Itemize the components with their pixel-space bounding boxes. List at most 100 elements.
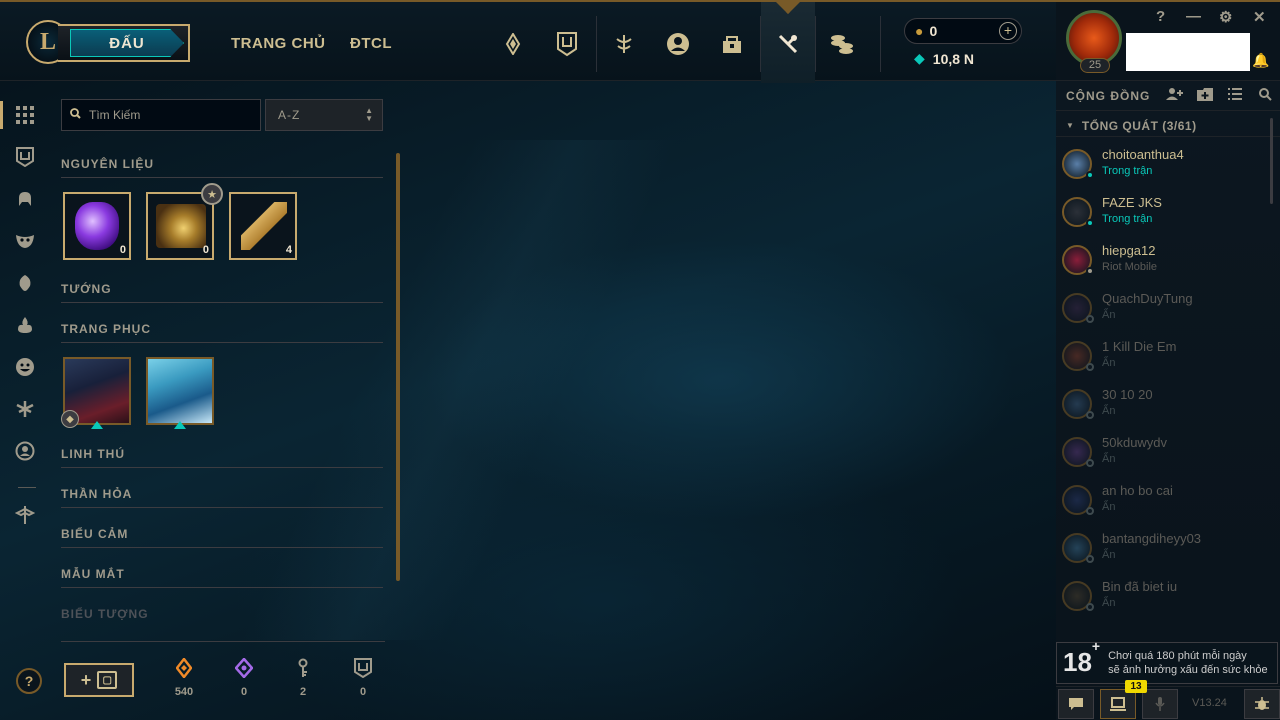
collection-rail [0,81,48,720]
emote-icon[interactable] [14,356,36,378]
collection-scrollbar[interactable] [396,153,400,581]
sort-dropdown[interactable]: A-Z ▲ ▼ [265,99,383,131]
friend-group-header[interactable]: ▼ TỔNG QUÁT (3/61) [1056,115,1280,137]
age-warning-notice: 18+ Chơi quá 180 phút mỗi ngày sẽ ảnh hưở… [1056,638,1278,684]
chest-icon [156,204,206,248]
friend-status: Ẩn [1102,453,1116,465]
material-key-tile[interactable]: 4 [229,192,297,260]
section-champions[interactable]: TƯỚNG [61,282,383,303]
help-icon[interactable]: ? [16,668,42,694]
skins-icon[interactable] [14,230,36,252]
friend-row[interactable]: QuachDuyTung Ẩn [1056,287,1280,335]
friend-row[interactable]: choitoanthua4 Trong trận [1056,143,1280,191]
mythic-essence-icon [224,657,264,682]
search-field[interactable] [89,108,249,122]
essence-icon [75,202,119,250]
section-wards[interactable]: THẦN HỎA [61,487,383,508]
loot-icon[interactable] [714,24,750,64]
ward-icon[interactable] [14,314,36,336]
friend-row[interactable]: FAZE JKS Trong trận [1056,191,1280,239]
tft-arena-icon[interactable] [14,504,36,526]
bug-report-button[interactable] [1244,689,1280,719]
play-button[interactable]: ĐẤU [58,24,190,62]
minimize-button[interactable]: — [1186,8,1201,25]
social-header: CỘNG ĐỒNG [1056,81,1280,111]
material-count: 0 [202,244,209,256]
bell-icon[interactable]: 🔔 [1252,52,1269,69]
status-dot [1086,555,1094,563]
list-icon[interactable] [1220,88,1250,103]
tft-companion-icon[interactable] [14,272,36,294]
social-title: CỘNG ĐỒNG [1066,88,1151,103]
nav-home[interactable]: TRANG CHỦ [231,35,326,52]
summoner-icon[interactable] [14,440,36,462]
crafting-icon[interactable] [770,24,806,64]
friend-row[interactable]: 1 Kill Die Em Ẩn [1056,335,1280,383]
friend-status: Trong trận [1102,165,1153,177]
voice-button[interactable] [1142,689,1178,719]
friend-row[interactable]: bantangdiheyy03 Ẩn [1056,527,1280,575]
blue-essence-icon: ◆ [914,50,925,66]
add-folder-icon[interactable] [1190,87,1220,104]
blue-essence-balance: ◆ 10,8 N [904,50,1022,67]
buy-rp-button[interactable]: + [999,22,1017,40]
age-warning-text: Chơi quá 180 phút mỗi ngày sẽ ảnh hưởng x… [1108,650,1268,676]
tft-icon[interactable] [495,24,531,64]
collection-icon[interactable] [549,24,585,64]
social-panel: CỘNG ĐỒNG ▼ TỔNG QUÁT (3/61) choitoanthu… [1056,81,1280,720]
store-icon[interactable] [824,24,860,64]
settings-button[interactable]: ⚙ [1219,8,1232,26]
section-icons[interactable]: BIỂU TƯỢNG [61,607,383,628]
friend-row[interactable]: an ho bo cai Ẩn [1056,479,1280,527]
friend-row[interactable]: hiepga12 Riot Mobile [1056,239,1280,287]
champions-icon[interactable] [14,188,36,210]
friend-status: Trong trận [1102,213,1153,225]
search-icon[interactable] [1250,87,1280,104]
close-button[interactable]: ✕ [1253,8,1266,26]
chest-icon: ▢ [97,671,118,689]
section-ward-skins[interactable]: MẪU MẮT [61,567,383,588]
missions-button[interactable] [1100,689,1136,719]
friend-status: Ẩn [1102,597,1116,609]
craft-key-button[interactable]: + ▢ [64,663,134,697]
eternals-icon[interactable] [14,398,36,420]
section-companions[interactable]: LINH THÚ [61,447,383,468]
section-skins[interactable]: TRANG PHỤC [61,322,383,343]
friend-name: bantangdiheyy03 [1102,531,1202,546]
friend-row[interactable]: 50kduwydv Ẩn [1056,431,1280,479]
friend-name: 30 10 20 [1102,387,1153,402]
friend-row[interactable]: 30 10 20 Ẩn [1056,383,1280,431]
currency-panel: ● 0 + ◆ 10,8 N [904,18,1022,67]
top-navigation: L ĐẤU TRANG CHỦ ĐTCL ● 0 + ◆ 10,8 N [0,0,1056,83]
rarity-icon [91,421,103,429]
nav-tft[interactable]: ĐTCL [350,35,392,52]
friend-status: Ẩn [1102,549,1116,561]
skin-tile[interactable] [146,357,214,425]
chevron-updown-icon: ▲ ▼ [365,106,374,123]
grid-icon[interactable] [14,104,36,126]
friend-name: 50kduwydv [1102,435,1168,450]
friend-row[interactable]: Bin đã biet iu Ẩn [1056,575,1280,623]
status-dot [1086,459,1094,467]
rarity-icon [174,421,186,429]
social-scrollbar[interactable] [1270,118,1273,204]
help-button[interactable]: ? [1156,8,1165,25]
friend-name: Bin đã biet iu [1102,579,1178,594]
section-emotes[interactable]: BIỂU CẢM [61,527,383,548]
friend-name: choitoanthua4 [1102,147,1184,162]
orange-essence-counter: 540 [164,656,204,698]
chat-button[interactable] [1058,689,1094,719]
key-fragment-counter: 2 [283,658,323,698]
add-friend-icon[interactable] [1160,87,1190,104]
clash-icon[interactable] [606,24,642,64]
rp-balance[interactable]: ● 0 + [904,18,1022,44]
friend-status: Ẩn [1102,405,1116,417]
search-input[interactable] [61,99,261,131]
status-dot [1086,267,1094,275]
friend-name: FAZE JKS [1102,195,1162,210]
section-materials[interactable]: NGUYÊN LIỆU [61,157,383,178]
profile-icon[interactable] [660,24,696,64]
collection-icon[interactable] [14,146,36,168]
material-essence-tile[interactable]: 0 [63,192,131,260]
friend-group-label: TỔNG QUÁT (3/61) [1081,118,1197,133]
